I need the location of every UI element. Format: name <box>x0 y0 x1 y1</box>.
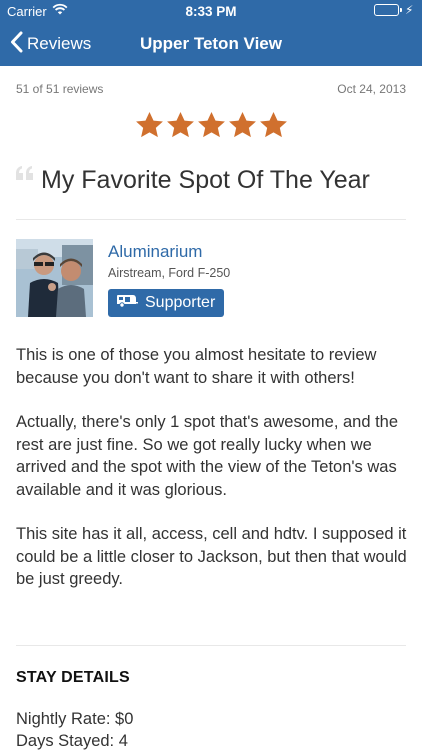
days-stayed: Days Stayed: 4 <box>16 732 128 750</box>
nightly-rate: Nightly Rate: $0 <box>16 710 134 728</box>
star-icon <box>135 111 163 138</box>
review-title: My Favorite Spot Of The Year <box>41 166 370 194</box>
star-icon <box>228 111 256 138</box>
avatar[interactable] <box>16 239 93 317</box>
review-meta: 51 of 51 reviews Oct 24, 2013 <box>16 82 406 98</box>
review-title-row: My Favorite Spot Of The Year <box>16 162 406 206</box>
review-paragraph: This site has it all, access, cell and h… <box>16 525 407 588</box>
stay-details-heading: STAY DETAILS <box>16 669 130 686</box>
star-rating <box>0 110 422 144</box>
badge-label: Supporter <box>145 294 216 311</box>
divider <box>16 645 406 646</box>
battery-charging-icon: ⚡ <box>374 3 414 18</box>
quote-icon <box>16 166 34 180</box>
review-body: This is one of those you almost hesitate… <box>16 344 408 613</box>
chevron-left-icon <box>10 31 23 58</box>
star-icon <box>259 111 287 138</box>
back-button-label: Reviews <box>27 34 92 53</box>
divider <box>16 219 406 220</box>
author-name-link[interactable]: Aluminarium <box>108 242 202 262</box>
review-paragraph: Actually, there's only 1 spot that's awe… <box>16 413 399 499</box>
author-section: Aluminarium Airstream, Ford F-250 Suppor… <box>16 239 406 319</box>
supporter-badge: Supporter <box>108 289 225 317</box>
navigation-bar: Reviews Upper Teton View <box>0 22 422 66</box>
status-time: 8:33 PM <box>185 4 237 19</box>
back-button[interactable]: Reviews <box>10 31 91 57</box>
author-rig: Airstream, Ford F-250 <box>108 266 231 280</box>
star-icon <box>197 111 225 138</box>
review-paragraph: This is one of those you almost hesitate… <box>16 346 377 387</box>
review-count: 51 of 51 reviews <box>16 82 104 96</box>
review-date: Oct 24, 2013 <box>337 82 406 96</box>
status-bar: Carrier 8:33 PM ⚡ <box>0 0 422 22</box>
star-icon <box>166 111 194 138</box>
rv-trailer-icon <box>116 294 138 313</box>
